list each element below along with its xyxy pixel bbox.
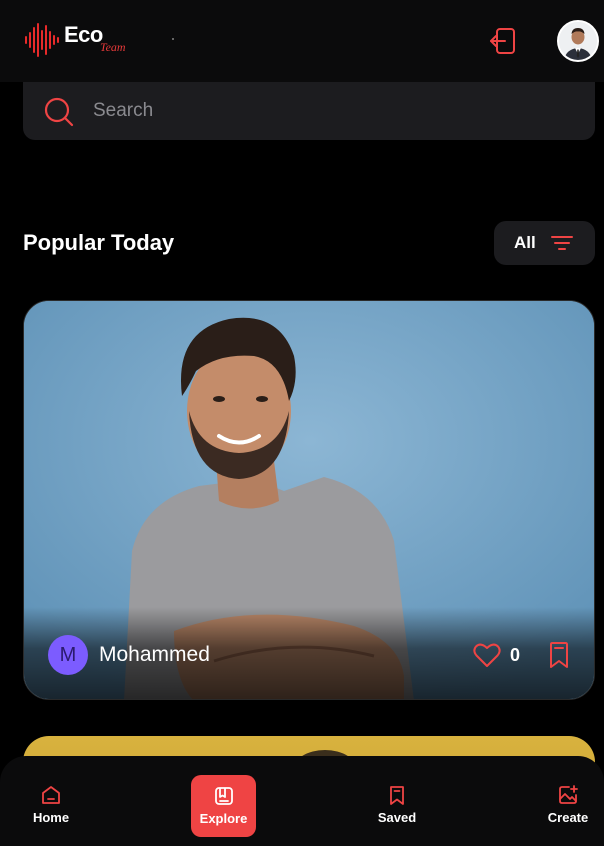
divider-dot	[172, 38, 174, 40]
filter-label: All	[514, 233, 536, 252]
logo-script: Team	[100, 40, 126, 54]
nav-saved[interactable]: Saved	[368, 774, 426, 836]
bottom-nav: Home Explore Saved Create	[0, 756, 604, 846]
home-icon	[42, 786, 60, 804]
search-bar[interactable]	[23, 82, 595, 140]
heart-icon[interactable]	[473, 642, 501, 668]
nav-saved-label: Saved	[377, 810, 417, 825]
top-bar: Eco Team	[0, 0, 604, 82]
logout-icon	[490, 28, 515, 54]
profile-avatar[interactable]	[557, 20, 599, 62]
filter-lines-icon	[551, 236, 573, 250]
bookmark-icon	[390, 786, 404, 805]
nav-home-label: Home	[32, 810, 70, 825]
bookmark-icon[interactable]	[546, 641, 572, 669]
nav-explore[interactable]: Explore	[191, 775, 256, 837]
author-name[interactable]: Mohammed	[99, 643, 210, 667]
like-count: 0	[510, 645, 521, 665]
logo-wordmark: Eco	[64, 22, 103, 47]
explore-icon	[214, 787, 233, 805]
image-add-icon	[559, 785, 578, 804]
sound-wave-icon	[25, 23, 59, 57]
user-avatar-icon	[559, 22, 597, 60]
nav-create[interactable]: Create	[540, 774, 596, 836]
app-logo[interactable]: Eco Team	[24, 22, 139, 58]
nav-explore-label: Explore	[199, 811, 248, 826]
post-card[interactable]: M Mohammed 0	[23, 300, 595, 700]
section-title: Popular Today	[23, 230, 175, 255]
author-avatar[interactable]: M	[48, 635, 88, 675]
nav-home[interactable]: Home	[22, 774, 80, 836]
logout-button[interactable]	[488, 26, 518, 56]
search-input[interactable]	[93, 96, 573, 126]
search-icon	[44, 97, 74, 127]
nav-create-label: Create	[547, 810, 589, 825]
filter-button[interactable]: All	[494, 221, 595, 265]
